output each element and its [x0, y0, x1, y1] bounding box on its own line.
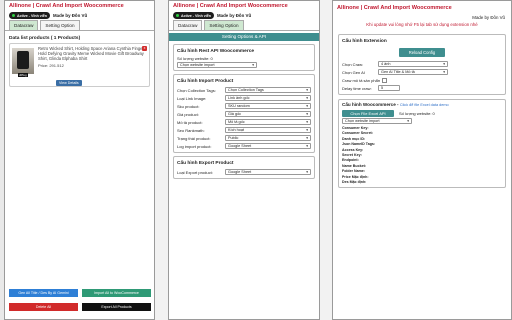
import-product-title: Cấu hình Import Product	[177, 79, 234, 84]
delay-label: Delay time craw:	[342, 85, 372, 91]
data-list-title: Data list products ( 1 Products)	[9, 36, 81, 41]
seo-rankmath-select[interactable]: Kích hoạt	[225, 127, 311, 133]
product-image: dPlug	[12, 48, 34, 77]
product-name: Retro Wicked Shirt, Holding Space Ariana…	[38, 46, 144, 62]
collection-tags-select[interactable]: Chọn Collection Tags	[225, 87, 311, 93]
product-card: dPlug Retro Wicked Shirt, Holding Space …	[9, 43, 150, 87]
setting-label: Seo Rankmath:	[177, 127, 205, 133]
choose-website-select[interactable]: Chọn website import	[177, 62, 257, 68]
view-details-button[interactable]: View Details	[56, 80, 82, 86]
tab-bar: Datacraw Setting Option	[169, 20, 319, 31]
setting-label: Log import product:	[177, 143, 212, 149]
setting-label: Sku product:	[177, 103, 200, 109]
export-product-title: Cấu hình Export Product	[177, 161, 234, 166]
image-tag: dPlug	[18, 73, 28, 77]
extension-panel-settings: Allinone | Crawl And Import Woocommerce …	[168, 0, 320, 320]
made-by-label: Made by Đôn Vũ	[472, 15, 505, 20]
app-title: Allinone | Crawl And Import Woocommerce	[337, 5, 452, 11]
site-count: Số lượng website: 0	[399, 110, 435, 116]
setting-label: Trạng thái product:	[177, 135, 211, 141]
description-select[interactable]: Mô tả gốc	[225, 119, 311, 125]
made-by-label: Made by Đôn Vũ	[216, 13, 252, 18]
status-badge: Active - Vĩnh viễn	[173, 12, 214, 19]
tab-setting-option[interactable]: Setting Option	[40, 20, 80, 30]
background-page-strip	[320, 0, 332, 320]
export-label: Loại Export product:	[177, 169, 213, 175]
craw-select[interactable]: 4 ảnh	[378, 61, 448, 67]
choose-site-select[interactable]: Chọn website import	[342, 118, 412, 124]
craw-desc-checkbox[interactable]	[382, 77, 387, 83]
rest-api-title: Cấu hình Rest API Woocommerce	[177, 49, 255, 54]
product-status-select[interactable]: Public	[225, 135, 311, 141]
active-dot-icon	[12, 14, 15, 17]
delay-input[interactable]: 5	[378, 85, 400, 91]
app-title: Allinone | Crawl And Import Woocommerce	[173, 3, 288, 9]
craw-desc-label: Craw mô tả sản phẩm	[342, 77, 380, 83]
woocommerce-config-section: Cấu hình Woocommerce - Click để file Exc…	[338, 99, 506, 189]
export-product-section: Cấu hình Export Product Loại Export prod…	[173, 156, 315, 179]
delete-all-button[interactable]: Delete All	[9, 303, 78, 311]
woocommerce-config-title: Cấu hình Woocommerce -	[342, 102, 399, 107]
export-type-select[interactable]: Google Sheet	[225, 169, 311, 175]
status-badge: Active - Vĩnh viễn	[9, 12, 50, 19]
import-product-section: Cấu hình Import Product Chọn Collection …	[173, 74, 315, 153]
rest-api-section: Cấu hình Rest API Woocommerce Số lượng w…	[173, 44, 315, 71]
tab-datacraw[interactable]: Datacraw	[9, 20, 39, 30]
setting-label: Giá product:	[177, 111, 199, 117]
settings-header-bar: Setting Options & API	[169, 33, 319, 41]
export-all-button[interactable]: Export All Products	[82, 303, 151, 311]
app-title: Allinone | Crawl And Import Woocommerce	[9, 3, 124, 9]
gen-ai-button[interactable]: Gen All Title / Des By AI Gemini	[9, 289, 78, 297]
gen-ai-select[interactable]: Gen AI Title & Mô tả	[378, 69, 448, 75]
extension-panel-datacraw: Allinone | Crawl And Import Woocommerce …	[4, 0, 155, 320]
update-notice: Khi update vui lòng nhớ F5 lại tab sử dụ…	[366, 22, 478, 27]
craw-label: Chọn Craw:	[342, 61, 364, 67]
reload-config-button[interactable]: Reload Config	[398, 48, 446, 57]
log-import-select[interactable]: Google Sheet	[225, 143, 311, 149]
setting-label: Chọn Collection Tags:	[177, 87, 216, 93]
tab-setting-option[interactable]: Setting Option	[204, 20, 244, 30]
choose-excel-button[interactable]: Chọn File Excel API	[342, 109, 394, 117]
excel-demo-link[interactable]: Click để file Excel data demo	[400, 103, 449, 107]
extension-config-section: Cấu hình Extension Reload Config Chọn Cr…	[338, 34, 506, 95]
sku-select[interactable]: SKU random	[225, 103, 311, 109]
tab-bar: Datacraw Setting Option	[5, 20, 154, 31]
active-dot-icon	[176, 14, 179, 17]
image-link-select[interactable]: Link ảnh gốc	[225, 95, 311, 101]
import-all-button[interactable]: Import All to WooCommerce	[82, 289, 151, 297]
price-select[interactable]: Giá gốc	[225, 111, 311, 117]
background-page-strip	[155, 0, 168, 320]
made-by-label: Made by Đôn Vũ	[52, 13, 88, 18]
setting-label: Loại Link Image:	[177, 95, 207, 101]
extension-panel-config: Allinone | Crawl And Import Woocommerce …	[332, 0, 512, 320]
extension-config-title: Cấu hình Extension	[342, 39, 387, 44]
tab-datacraw[interactable]: Datacraw	[173, 20, 203, 30]
remove-product-icon[interactable]: x	[142, 46, 147, 51]
product-price: Price: 291.512	[38, 62, 64, 68]
setting-label: Mô tả product:	[177, 119, 203, 125]
gen-ai-label: Chọn Gen AI	[342, 69, 365, 75]
default-desc-label: Des Mặc định:	[342, 179, 367, 184]
